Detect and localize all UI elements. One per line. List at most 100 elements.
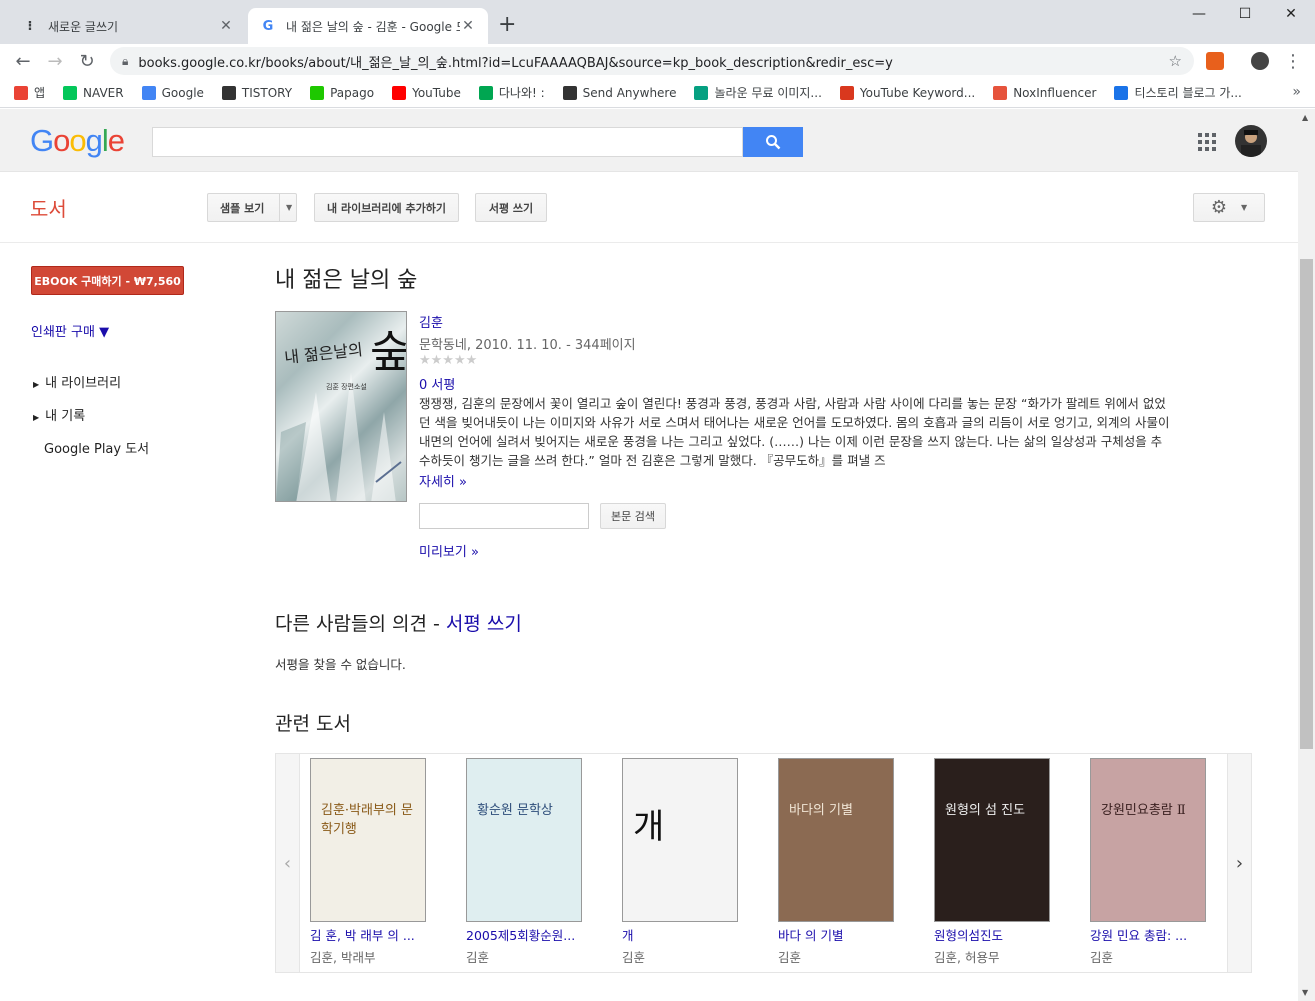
close-tab-icon[interactable]: ✕ bbox=[218, 18, 234, 34]
cover-subtitle: 김훈 장편소설 bbox=[326, 383, 367, 391]
bookmark-item[interactable]: TISTORY bbox=[221, 85, 292, 100]
bookmark-item[interactable]: NAVER bbox=[63, 85, 124, 100]
google-logo[interactable]: Google bbox=[30, 123, 125, 159]
related-book-cover-label: 개 bbox=[633, 807, 665, 847]
carousel-next-button[interactable]: › bbox=[1227, 754, 1251, 972]
minimize-icon[interactable]: — bbox=[1176, 6, 1222, 22]
add-to-library-button[interactable]: 내 라이브러리에 추가하기 bbox=[314, 193, 459, 222]
bookmark-label: 티스토리 블로그 가... bbox=[1134, 86, 1242, 100]
browser-tab-2[interactable]: G 내 젊은 날의 숲 - 김훈 - Google 도서 ✕ bbox=[248, 8, 488, 44]
bookmark-favicon-icon bbox=[141, 85, 156, 100]
related-books-carousel: ‹ › 김훈·박래부의 문학기행 김 훈, 박 래부 의 ... 김훈, 박래부 황순… bbox=[275, 753, 1252, 973]
book-description: 쟁쟁쟁, 김훈의 문장에서 꽃이 열리고 숲이 열린다! 풍경과 풍경, 풍경과… bbox=[419, 396, 1170, 468]
carousel-prev-button[interactable]: ‹ bbox=[276, 754, 300, 972]
book-cover[interactable]: 내 젊은날의 숲 김훈 장편소설 bbox=[275, 311, 407, 502]
write-review-button[interactable]: 서평 쓰기 bbox=[475, 193, 547, 222]
bookmark-item[interactable]: 다나와! : bbox=[478, 84, 545, 101]
scroll-up-icon[interactable]: ▲ bbox=[1302, 113, 1308, 122]
related-book-item[interactable]: 바다의 기별 바다 의 기별 김훈 bbox=[778, 758, 918, 966]
scroll-down-icon[interactable]: ▼ bbox=[1302, 988, 1308, 997]
tab-title: 내 젊은 날의 숲 - 김훈 - Google 도서 bbox=[286, 19, 460, 34]
bookmark-label: YouTube bbox=[412, 85, 461, 100]
bookmarks-bar: 앱 NAVER Google TISTORY Papago YouTube 다나와! : Se… bbox=[0, 78, 1315, 108]
back-icon[interactable]: ← bbox=[12, 50, 34, 72]
nav-my-history[interactable]: ▶ 내 기록 bbox=[33, 405, 85, 424]
bookmark-item[interactable]: 티스토리 블로그 가... bbox=[1114, 84, 1242, 101]
chevron-down-icon[interactable]: ▼ bbox=[286, 203, 292, 212]
avatar[interactable] bbox=[1235, 125, 1267, 157]
related-book-item[interactable]: 황순원 문학상 2005제5회황순원... 김훈 bbox=[466, 758, 606, 966]
bookmark-item[interactable]: YouTube Keyword... bbox=[839, 85, 975, 100]
related-book-cover[interactable]: 강원민요총람 Ⅱ bbox=[1090, 758, 1206, 922]
publication-info: 문학동네, 2010. 11. 10. - 344페이지 bbox=[419, 338, 636, 353]
related-book-cover-label: 김훈·박래부의 문학기행 bbox=[321, 803, 413, 837]
more-link[interactable]: 자세히 » bbox=[419, 471, 467, 490]
settings-button[interactable]: ⚙ ▼ bbox=[1193, 193, 1265, 222]
related-book-item[interactable]: 개 개 김훈 bbox=[622, 758, 762, 966]
related-book-authors: 김훈 bbox=[622, 950, 646, 965]
related-book-authors: 김훈 bbox=[466, 950, 490, 965]
search-input[interactable] bbox=[152, 127, 743, 157]
expand-icon: ▶ bbox=[33, 380, 40, 389]
bookmark-item[interactable]: Google bbox=[141, 85, 204, 100]
reviews-link[interactable]: 0 서평 bbox=[419, 374, 455, 393]
related-book-cover[interactable]: 바다의 기별 bbox=[778, 758, 894, 922]
related-book-cover-label: 바다의 기별 bbox=[789, 803, 853, 818]
related-book-title[interactable]: 바다 의 기별 bbox=[778, 925, 898, 944]
search-button[interactable] bbox=[743, 127, 803, 157]
related-book-title[interactable]: 원형의섬진도 bbox=[934, 925, 1054, 944]
cover-title-large: 숲 bbox=[370, 327, 407, 378]
write-review-link[interactable]: 서평 쓰기 bbox=[446, 613, 522, 635]
bookmark-star-icon[interactable]: ☆ bbox=[1169, 52, 1182, 70]
buy-ebook-button[interactable]: EBOOK 구매하기 - ₩7,560 bbox=[31, 266, 184, 295]
related-book-cover[interactable]: 황순원 문학상 bbox=[466, 758, 582, 922]
bookmark-item[interactable]: 놀라운 무료 이미지... bbox=[694, 84, 822, 101]
browser-tab-1[interactable]: ⁝ 새로운 글쓰기 ✕ bbox=[10, 8, 246, 44]
related-book-item[interactable]: 강원민요총람 Ⅱ 강원 민요 총람: ... 김훈 bbox=[1090, 758, 1230, 966]
bookmark-label: Google bbox=[161, 85, 204, 100]
apps-grid-icon[interactable] bbox=[1198, 133, 1216, 151]
nav-my-library[interactable]: ▶ 내 라이브러리 bbox=[33, 372, 121, 391]
bookmark-label: 앱 bbox=[34, 86, 46, 100]
bookmark-item[interactable]: NoxInfluencer bbox=[993, 85, 1096, 100]
address-bar[interactable]: 🔒︎ books.google.co.kr/books/about/내_젊은_날… bbox=[110, 47, 1194, 75]
sample-button[interactable]: 샘플 보기 ▼ bbox=[207, 193, 297, 222]
section-title[interactable]: 도서 bbox=[30, 193, 67, 222]
profile-icon[interactable] bbox=[1251, 52, 1269, 70]
bookmark-item[interactable]: 앱 bbox=[14, 84, 45, 101]
related-book-item[interactable]: 김훈·박래부의 문학기행 김 훈, 박 래부 의 ... 김훈, 박래부 bbox=[310, 758, 450, 966]
inside-book-search-button[interactable]: 본문 검색 bbox=[600, 503, 666, 529]
maximize-icon[interactable]: ☐ bbox=[1222, 6, 1268, 22]
related-book-cover[interactable]: 원형의 섬 진도 bbox=[934, 758, 1050, 922]
more-bookmarks-icon[interactable]: » bbox=[1292, 84, 1301, 100]
related-book-title[interactable]: 개 bbox=[622, 925, 742, 944]
rating-stars: ★★★★★ bbox=[419, 353, 478, 368]
related-book-item[interactable]: 원형의 섬 진도원형의섬진도김훈, 허용무 bbox=[934, 758, 1074, 966]
new-tab-button[interactable]: + bbox=[498, 14, 516, 36]
print-edition-link[interactable]: 인쇄판 구매 ▼ bbox=[31, 321, 109, 340]
scrollbar-thumb[interactable] bbox=[1300, 259, 1313, 749]
bookmark-label: Send Anywhere bbox=[582, 85, 677, 100]
nav-google-play-books[interactable]: Google Play 도서 bbox=[44, 438, 149, 457]
related-book-title[interactable]: 김 훈, 박 래부 의 ... bbox=[310, 925, 430, 944]
related-book-authors: 김훈, 허용무 bbox=[934, 950, 1000, 965]
bookmark-item[interactable]: YouTube bbox=[392, 85, 461, 100]
related-book-title[interactable]: 강원 민요 총람: ... bbox=[1090, 925, 1210, 944]
preview-link[interactable]: 미리보기 » bbox=[419, 541, 479, 560]
forward-icon[interactable]: → bbox=[44, 50, 66, 72]
google-icon: G bbox=[262, 18, 274, 34]
related-book-cover[interactable]: 개 bbox=[622, 758, 738, 922]
bookmark-item[interactable]: Send Anywhere bbox=[562, 85, 677, 100]
close-tab-icon[interactable]: ✕ bbox=[460, 18, 476, 34]
bookmark-item[interactable]: Papago bbox=[310, 85, 374, 100]
extension-icon[interactable] bbox=[1206, 52, 1224, 70]
inside-book-search-input[interactable] bbox=[419, 503, 589, 529]
related-book-cover-label: 강원민요총람 Ⅱ bbox=[1101, 803, 1186, 818]
close-window-icon[interactable]: ✕ bbox=[1268, 6, 1314, 22]
related-book-title[interactable]: 2005제5회황순원... bbox=[466, 925, 586, 944]
author-link[interactable]: 김훈 bbox=[419, 312, 443, 331]
menu-icon[interactable]: ⋮ bbox=[1282, 50, 1304, 72]
reload-icon[interactable]: ↻ bbox=[76, 50, 98, 72]
page-scrollbar[interactable]: ▲ ▼ bbox=[1298, 109, 1315, 1001]
related-book-cover[interactable]: 김훈·박래부의 문학기행 bbox=[310, 758, 426, 922]
